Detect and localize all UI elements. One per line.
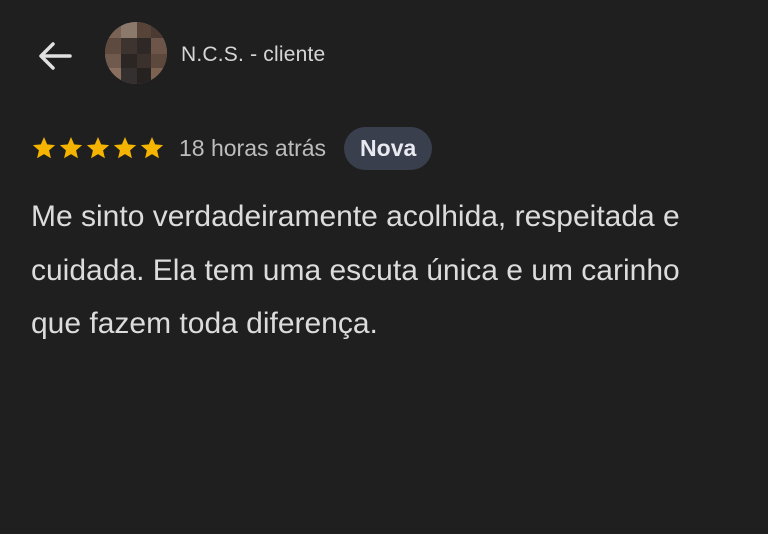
star-icon	[59, 136, 83, 159]
review-screen: N.C.S. - cliente 18 horas atrás Nova Me …	[0, 0, 768, 534]
star-icon	[32, 136, 56, 159]
review-header: N.C.S. - cliente	[0, 18, 768, 90]
arrow-left-icon	[39, 42, 72, 70]
star-rating	[31, 135, 165, 161]
new-badge: Nova	[344, 126, 433, 170]
star-icon	[140, 136, 164, 159]
reviewer-name[interactable]: N.C.S. - cliente	[181, 43, 325, 67]
avatar[interactable]	[105, 22, 167, 84]
star-icon	[86, 136, 110, 159]
avatar-image	[105, 22, 167, 84]
star-icon	[113, 136, 137, 159]
review-meta: 18 horas atrás Nova	[31, 126, 433, 170]
review-text: Me sinto verdadeiramente acolhida, respe…	[31, 200, 680, 340]
back-button[interactable]	[30, 36, 80, 76]
review-time: 18 horas atrás	[179, 134, 327, 161]
